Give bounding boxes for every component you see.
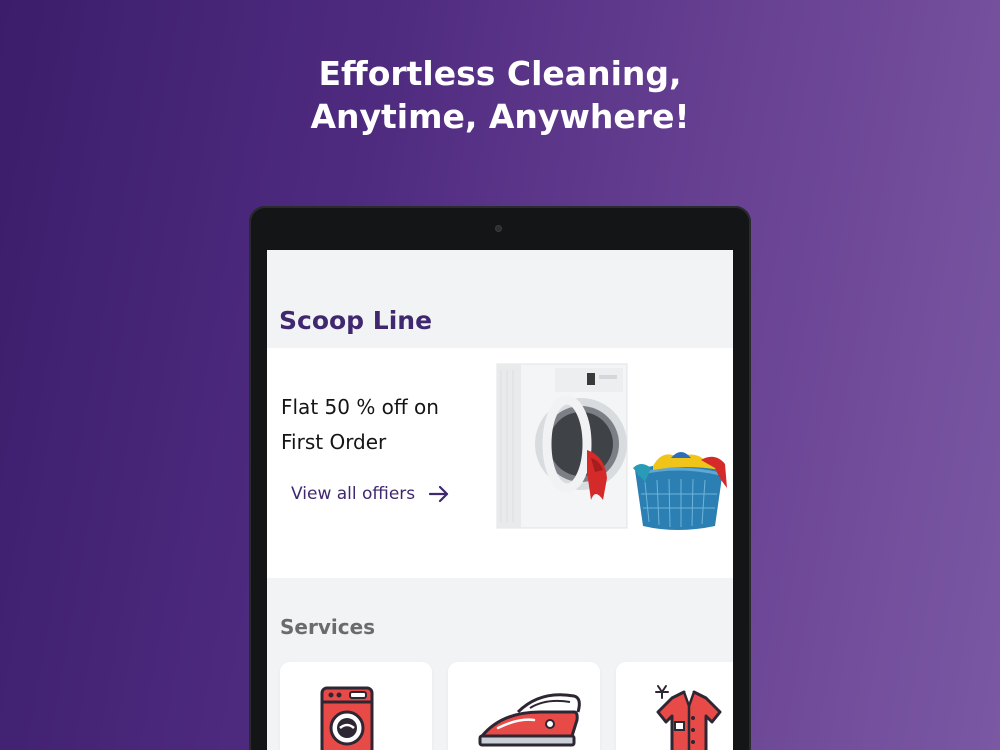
tablet-device-frame: Scoop Line Flat 50 % off on First Order … bbox=[249, 206, 751, 750]
headline-line-2: Anytime, Anywhere! bbox=[310, 97, 690, 136]
headline-line-1: Effortless Cleaning, bbox=[318, 54, 682, 93]
front-camera bbox=[496, 226, 501, 231]
iron-icon bbox=[478, 693, 581, 747]
offer-text: Flat 50 % off on First Order bbox=[281, 395, 439, 454]
view-all-offers-label: View all offiers bbox=[291, 484, 416, 504]
washing-machine-icon bbox=[320, 686, 374, 750]
app-title: Scoop Line bbox=[279, 306, 433, 335]
service-card-ironing[interactable] bbox=[448, 662, 600, 750]
promo-headline: Effortless Cleaning, Anytime, Anywhere! bbox=[0, 52, 1000, 138]
washing-machine-image bbox=[496, 363, 727, 530]
services-title: Services bbox=[280, 615, 376, 639]
app-screen: Scoop Line Flat 50 % off on First Order … bbox=[267, 250, 733, 750]
offer-banner[interactable]: Flat 50 % off on First Order View all of… bbox=[267, 348, 733, 578]
service-card-dry-cleaning[interactable] bbox=[616, 662, 733, 750]
shirt-icon bbox=[655, 685, 722, 750]
view-all-offers-link[interactable]: View all offiers bbox=[291, 484, 449, 504]
service-card-washing[interactable] bbox=[280, 662, 432, 750]
arrow-right-icon bbox=[429, 485, 449, 503]
